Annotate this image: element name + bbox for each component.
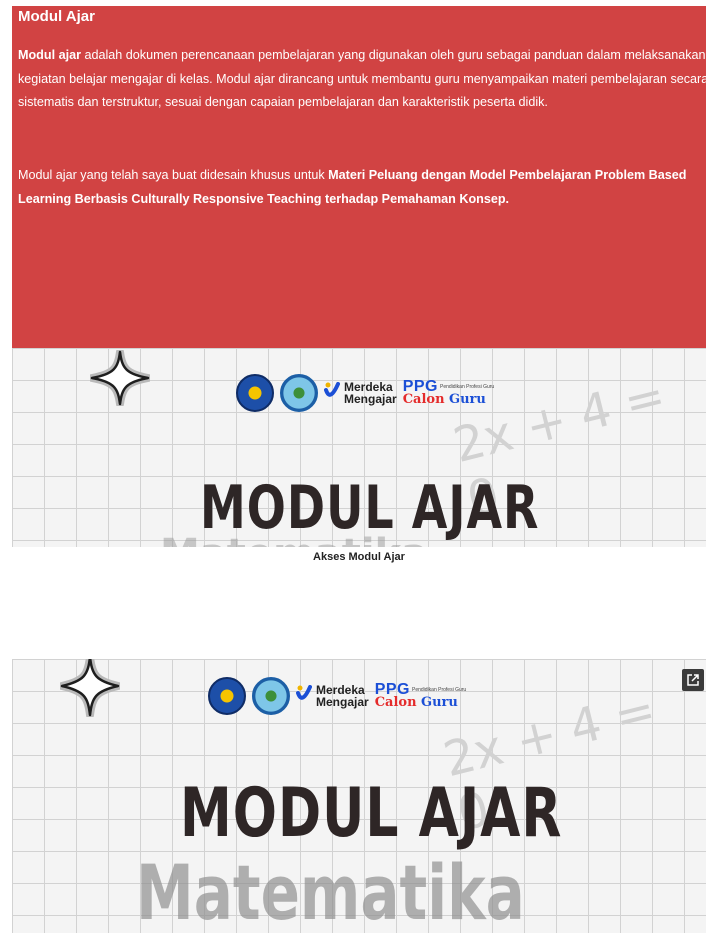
purpose-text: Modul ajar yang telah saya buat didesain… — [18, 168, 329, 182]
access-caption: Akses Modul Ajar — [313, 551, 405, 563]
merdeka-mengajar-logo: Merdeka Mengajar — [324, 381, 397, 405]
open-in-new-tab-button[interactable] — [682, 669, 704, 691]
modul-ajar-section: Modul Ajar Modul ajar adalah dokumen per… — [12, 6, 706, 348]
merdeka-mengajar-mark — [296, 685, 312, 700]
purpose-paragraph: Modul ajar yang telah saya buat didesain… — [18, 164, 706, 211]
cover-title: MODUL AJAR — [180, 775, 563, 853]
sparkle-icon — [90, 350, 150, 406]
partner-logos: Merdeka Mengajar PPG Pendidikan Profesi G… — [208, 677, 466, 715]
kemendikbud-logo — [208, 677, 246, 715]
calon-text: Calon — [402, 391, 445, 407]
description-bold: Modul ajar — [18, 48, 81, 62]
merdeka-mengajar-mark — [324, 382, 340, 397]
description-paragraph: Modul ajar adalah dokumen perencanaan pe… — [18, 44, 706, 115]
merdeka-mengajar-logo: Merdeka Mengajar — [296, 684, 369, 708]
ppg-subtext: Pendidikan Profesi Guru — [439, 383, 495, 390]
cover-preview-image[interactable]: Merdeka Mengajar PPG Pendidikan Profesi G… — [12, 348, 706, 547]
description-text: adalah dokumen perencanaan pembelajaran … — [18, 48, 706, 109]
university-logo — [252, 677, 290, 715]
cover-subtitle-partial: Matematika — [160, 531, 428, 547]
sparkle-icon — [60, 659, 120, 717]
cover-subtitle: Matematika — [136, 849, 525, 933]
mm-line2: Mengajar — [344, 392, 397, 406]
partner-logos: Merdeka Mengajar PPG Pendidikan Profesi G… — [236, 374, 494, 412]
ppg-logo: PPG Pendidikan Profesi Guru Calon Guru — [374, 681, 467, 710]
section-heading: Modul Ajar — [18, 8, 95, 25]
external-link-icon — [687, 674, 699, 686]
guru-text: Guru — [420, 694, 458, 710]
ppg-subtext: Pendidikan Profesi Guru — [411, 686, 467, 693]
ppg-logo: PPG Pendidikan Profesi Guru Calon Guru — [402, 378, 495, 407]
kemendikbud-logo — [236, 374, 274, 412]
document-embed[interactable]: Merdeka Mengajar PPG Pendidikan Profesi G… — [12, 659, 706, 933]
calon-text: Calon — [374, 694, 417, 710]
mm-line2: Mengajar — [316, 695, 369, 709]
guru-text: Guru — [448, 391, 486, 407]
university-logo — [280, 374, 318, 412]
